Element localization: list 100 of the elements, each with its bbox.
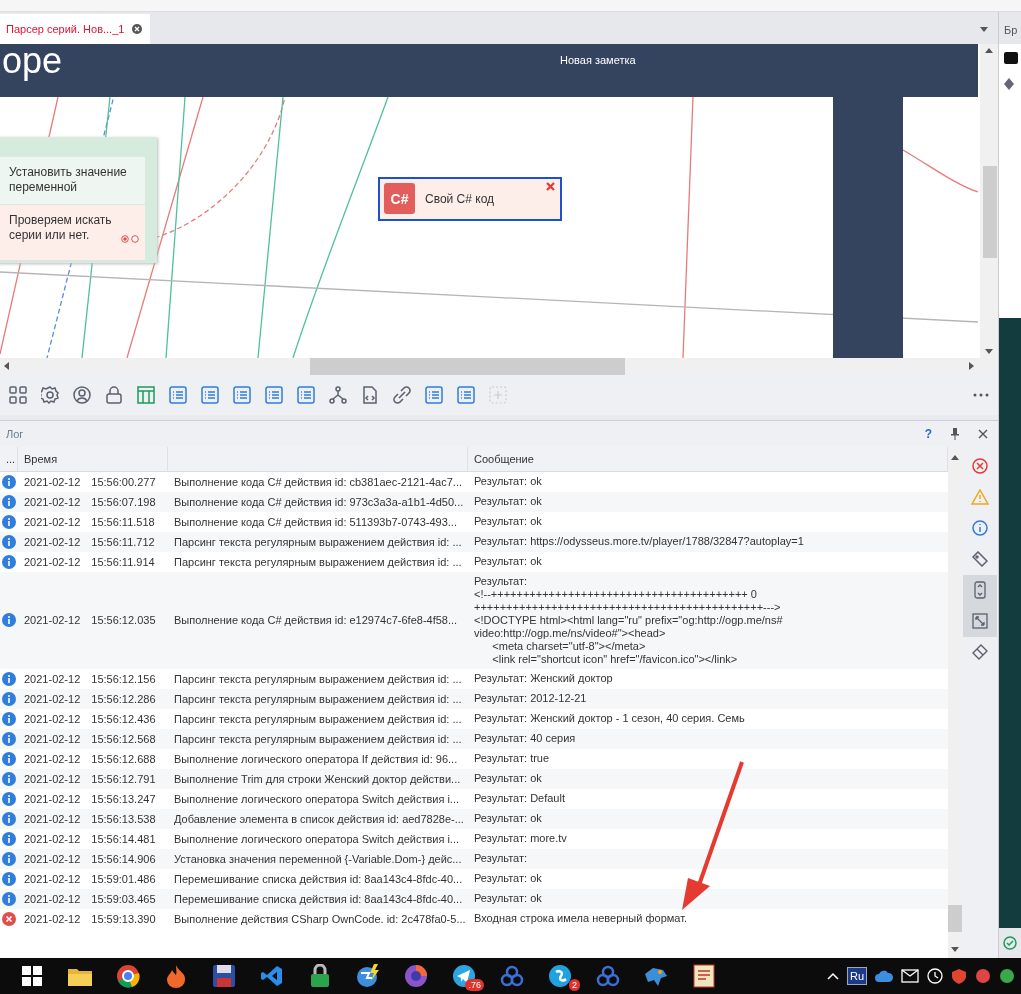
brush-icon — [972, 644, 988, 661]
toolbar-button[interactable] — [9, 385, 27, 404]
side-panel-title[interactable]: Бр — [999, 12, 1021, 44]
close-icon — [978, 428, 988, 439]
toolbar-button[interactable] — [201, 385, 219, 404]
message-cell-text: Результат: Женский доктор - 1 сезон, 40 серия. Семь — [473, 711, 746, 727]
date-cell: 2021-02-12 — [24, 832, 81, 845]
notification-count: .76 — [465, 979, 484, 991]
more-icon — [973, 392, 989, 397]
toolbar-button[interactable] — [233, 385, 251, 404]
status-icon — [999, 968, 1015, 984]
toolbar-button[interactable] — [361, 385, 379, 404]
action-cell-text: Добавление элемента в список действия id: aed7828e-... — [173, 812, 465, 825]
grid-icon — [9, 385, 27, 404]
toolbar-button[interactable] — [137, 385, 155, 404]
document-tab[interactable]: Парсер серий. Нов..._1 — [0, 13, 151, 44]
vertical-scrollbar[interactable] — [948, 446, 962, 958]
language-indicator[interactable]: Ru — [846, 967, 867, 985]
scrollbar-thumb[interactable] — [948, 904, 962, 932]
time-cell: 15:56:12.688 — [91, 752, 156, 765]
time-cell: 15:56:12.286 — [91, 692, 156, 705]
date-cell: 2021-02-12 — [24, 515, 81, 528]
column-header[interactable]: ... — [0, 446, 18, 471]
scroll-left-icon — [4, 362, 9, 371]
action-group[interactable]: Установить значение переменной Проверяем искать серии или нет. — [0, 136, 157, 263]
filter-button[interactable] — [963, 574, 997, 606]
fit-height-icon — [974, 581, 986, 600]
action-cell-text: Перемешивание списка действия id: 8aa143c4-8fdc-40... — [173, 872, 464, 885]
time-cell: 15:56:11.518 — [91, 515, 155, 528]
time-cell: 15:56:12.436 — [91, 712, 156, 725]
toolbar-button[interactable] — [41, 385, 59, 404]
action-cell-text: Парсинг текста регулярным выражением действия id: ... — [173, 555, 463, 568]
warning-icon — [971, 489, 989, 506]
toolbar-button[interactable] — [329, 385, 347, 404]
list-icon — [297, 385, 315, 404]
message-cell-text: Результат: ok — [473, 514, 543, 530]
diamond-icon — [1004, 78, 1014, 90]
toolbar-button[interactable] — [105, 385, 123, 404]
help-button[interactable]: ? — [924, 426, 932, 441]
branch-icon — [329, 385, 347, 404]
list-icon — [425, 385, 443, 404]
link-icon — [393, 385, 411, 404]
code-badge: C# — [384, 183, 415, 215]
note-header[interactable]: ope Новая заметка — [0, 43, 978, 97]
settings-icon — [41, 385, 59, 404]
toolbar-button[interactable] — [297, 385, 315, 404]
date-cell: 2021-02-12 — [24, 475, 81, 488]
action-cell-text: Установка значения переменной {-Variable.Dom-} дейс... — [173, 852, 463, 865]
scrollbar-thumb[interactable] — [983, 165, 997, 258]
action-cell-text: Парсинг текста регулярным выражением действия id: ... — [173, 712, 463, 725]
date-cell: 2021-02-12 — [24, 692, 81, 705]
file-code-icon — [361, 385, 379, 404]
action-cell-text: Перемешивание списка действия id: 8aa143c4-8fdc-40... — [173, 892, 464, 905]
swirl-icon — [404, 964, 428, 988]
message-cell-text: Результат: Женский доктор — [473, 671, 614, 687]
taskbar-app[interactable]: 2 — [536, 958, 584, 994]
code-node[interactable]: C# Свой C# код — [378, 176, 562, 221]
toolbar-button[interactable] — [425, 385, 443, 404]
action-cell-text: Выполнение кода C# действия id: cb381aec-2121-4ac7... — [173, 475, 464, 488]
browser-icon — [116, 964, 140, 988]
message-cell-text: Результат: ok — [473, 811, 543, 827]
list-icon — [265, 385, 283, 404]
date-cell: 2021-02-12 — [24, 535, 81, 548]
message-cell-text: Результат: 2012-12-21 — [473, 691, 588, 707]
date-cell: 2021-02-12 — [24, 872, 81, 885]
action-cell-text: Выполнение кода C# действия id: 973c3a3a-a1b1-4d50... — [173, 495, 465, 508]
message-cell-text: Результат: true — [473, 751, 551, 767]
column-header[interactable]: Время — [18, 446, 168, 471]
toolbar-button[interactable] — [169, 385, 187, 404]
time-cell: 15:56:12.568 — [91, 732, 156, 745]
date-cell: 2021-02-12 — [24, 555, 81, 568]
message-cell-text: Результат: more.tv — [473, 831, 568, 847]
time-cell: 15:56:14.906 — [91, 852, 156, 865]
action-cell-text: Парсинг текста регулярным выражением действия id: ... — [173, 692, 463, 705]
close-icon — [546, 181, 555, 191]
workflow-canvas[interactable]: ope Новая заметка Установить значение переменной Проверяем искать серии или нет. C# Свой C# код — [0, 43, 980, 358]
condition-node[interactable]: Проверяем искать серии или нет. — [0, 204, 145, 261]
toolbar-button[interactable] — [393, 385, 411, 404]
action-cell-text: Выполнение логического оператора Switch действия i... — [173, 832, 461, 845]
filter-button[interactable] — [963, 605, 997, 637]
action-node[interactable]: Установить значение переменной — [0, 156, 145, 205]
message-cell-text: Результат: ok — [473, 891, 543, 907]
action-cell-text: Выполнение действия CSharp OwnCode. id: 2c478fa0-5... — [173, 912, 467, 925]
action-cell-text: Выполнение логического оператора If действия id: 96... — [173, 752, 459, 765]
message-cell-text: Результат: ok — [473, 871, 543, 887]
toolbar-button[interactable] — [265, 385, 283, 404]
output-ports-icon — [121, 234, 139, 243]
date-cell: 2021-02-12 — [24, 712, 81, 725]
message-cell-text: Результат: ok — [473, 771, 543, 787]
status-icon — [975, 968, 991, 984]
notification-count: 2 — [569, 979, 580, 991]
action-cell-text: Выполнение кода C# действия id: 511393b7-0743-493... — [173, 515, 458, 528]
toolbar-button[interactable] — [457, 385, 475, 404]
date-cell: 2021-02-12 — [24, 812, 81, 825]
caret-down-icon — [980, 26, 988, 32]
time-cell: 15:56:11.914 — [91, 555, 155, 568]
message-cell-text: Результат: <!--++++++++++++++++++++++++++++++++++++++++ 0 +++++++++++++++++++++++++++++++++++++++++++++---> <!DOCTYPE html><html lang="ru" prefix="og:http://ogp.me/ns# video:http://ogp.me/ns/video#"><head> <meta charset="utf-8"></meta> <link rel="shortcut icon" href="/favicon.ico"></link> — [473, 573, 784, 667]
taskbar-app[interactable]: .76 — [440, 958, 488, 994]
date-cell: 2021-02-12 — [24, 912, 81, 925]
toolbar-button[interactable] — [73, 385, 91, 404]
